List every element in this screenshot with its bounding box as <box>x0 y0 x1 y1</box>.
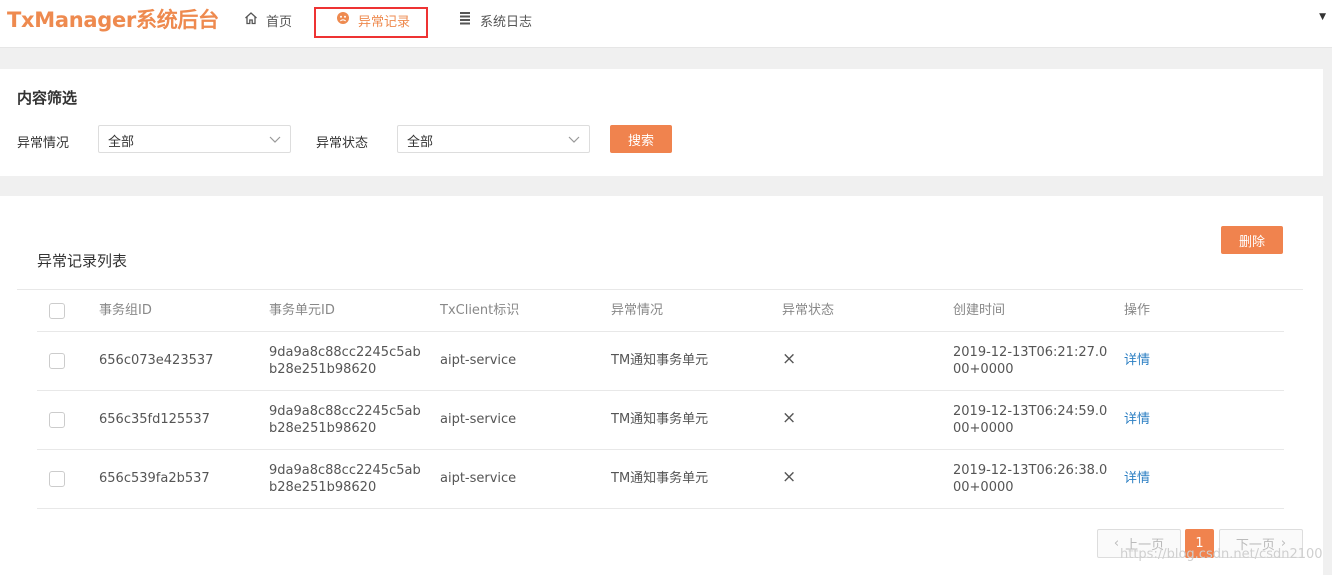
exception-cell: TM通知事务单元 <box>611 353 709 368</box>
list-icon <box>458 11 472 29</box>
table-header-row: 事务组ID 事务单元ID TxClient标识 异常情况 异常状态 创建时间 操… <box>37 290 1284 332</box>
red-highlight-box <box>314 7 428 38</box>
time-line: 00+0000 <box>953 480 1014 495</box>
top-navbar: TxManager系统后台 首页 异常记录 系统日志 ▼ <box>0 0 1332 48</box>
exception-select[interactable]: 全部 <box>98 125 291 153</box>
app-logo[interactable]: TxManager系统后台 <box>7 4 219 34</box>
details-link[interactable]: 详情 <box>1124 411 1150 428</box>
list-title: 异常记录列表 <box>37 252 128 270</box>
unit-id-line: b28e251b98620 <box>269 480 377 495</box>
caret-down-icon[interactable]: ▼ <box>1319 12 1326 22</box>
exception-table: 事务组ID 事务单元ID TxClient标识 异常情况 异常状态 创建时间 操… <box>17 289 1303 509</box>
column-header: TxClient标识 <box>440 303 520 318</box>
time-line: 2019-12-13T06:24:59.0 <box>953 404 1108 419</box>
time-line: 2019-12-13T06:21:27.0 <box>953 345 1108 360</box>
column-header: 事务组ID <box>99 303 152 318</box>
status-filter-label: 异常状态 <box>316 136 369 151</box>
chevron-left-icon: ‹ <box>1113 536 1120 551</box>
nav-item-label: 首页 <box>266 14 293 30</box>
time-line: 00+0000 <box>953 421 1014 436</box>
column-header: 异常状态 <box>782 303 835 318</box>
status-select[interactable]: 全部 <box>397 125 590 153</box>
column-header: 异常情况 <box>611 303 664 318</box>
search-button[interactable]: 搜索 <box>610 125 672 153</box>
nav-item-system-log[interactable]: 系统日志 <box>458 10 532 30</box>
time-line: 2019-12-13T06:26:38.0 <box>953 463 1108 478</box>
column-header: 事务单元ID <box>269 303 335 318</box>
unit-id-cell: 9da9a8c88cc2245c5ab b28e251b98620 <box>269 462 421 496</box>
client-cell: aipt-service <box>440 412 517 427</box>
group-id-cell: 656c073e423537 <box>99 353 214 368</box>
row-checkbox[interactable] <box>49 353 65 369</box>
status-x-icon: × <box>782 349 797 369</box>
unit-id-line: b28e251b98620 <box>269 362 377 377</box>
details-link[interactable]: 详情 <box>1124 352 1150 369</box>
time-line: 00+0000 <box>953 362 1014 377</box>
client-cell: aipt-service <box>440 471 517 486</box>
row-checkbox[interactable] <box>49 471 65 487</box>
exception-cell: TM通知事务单元 <box>611 471 709 486</box>
group-id-cell: 656c35fd125537 <box>99 412 210 427</box>
unit-id-cell: 9da9a8c88cc2245c5ab b28e251b98620 <box>269 403 421 437</box>
unit-id-line: 9da9a8c88cc2245c5ab <box>269 404 421 419</box>
watermark-text: https://blog.csdn.net/csdn2100 <box>1120 547 1323 562</box>
time-cell: 2019-12-13T06:21:27.0 00+0000 <box>953 344 1107 378</box>
select-all-checkbox[interactable] <box>49 303 65 319</box>
time-cell: 2019-12-13T06:26:38.0 00+0000 <box>953 462 1107 496</box>
select-value: 全部 <box>407 135 434 150</box>
status-x-icon: × <box>782 408 797 428</box>
exception-filter-label: 异常情况 <box>17 136 70 151</box>
row-checkbox[interactable] <box>49 412 65 428</box>
home-icon <box>244 11 258 29</box>
table-row: 656c35fd125537 9da9a8c88cc2245c5ab b28e2… <box>37 391 1284 450</box>
filter-title: 内容筛选 <box>17 89 78 107</box>
group-id-cell: 656c539fa2b537 <box>99 471 210 486</box>
nav-item-label: 系统日志 <box>480 14 533 30</box>
status-x-icon: × <box>782 467 797 487</box>
table-row: 656c539fa2b537 9da9a8c88cc2245c5ab b28e2… <box>37 450 1284 509</box>
chevron-down-icon <box>567 129 581 153</box>
filter-panel: 内容筛选 异常情况 全部 异常状态 全部 搜索 <box>0 69 1323 176</box>
table-row: 656c073e423537 9da9a8c88cc2245c5ab b28e2… <box>37 332 1284 391</box>
column-header: 操作 <box>1124 303 1151 318</box>
exception-list-panel: 异常记录列表 删除 事务组ID 事务单元ID TxClient标识 异常情况 异… <box>0 196 1323 575</box>
details-link[interactable]: 详情 <box>1124 470 1150 487</box>
unit-id-cell: 9da9a8c88cc2245c5ab b28e251b98620 <box>269 344 421 378</box>
unit-id-line: 9da9a8c88cc2245c5ab <box>269 463 421 478</box>
unit-id-line: b28e251b98620 <box>269 421 377 436</box>
column-header: 创建时间 <box>953 303 1006 318</box>
client-cell: aipt-service <box>440 353 517 368</box>
chevron-down-icon <box>268 129 282 153</box>
select-value: 全部 <box>108 135 135 150</box>
exception-cell: TM通知事务单元 <box>611 412 709 427</box>
nav-item-home[interactable]: 首页 <box>244 10 292 30</box>
delete-button[interactable]: 删除 <box>1221 226 1283 254</box>
time-cell: 2019-12-13T06:24:59.0 00+0000 <box>953 403 1107 437</box>
unit-id-line: 9da9a8c88cc2245c5ab <box>269 345 421 360</box>
